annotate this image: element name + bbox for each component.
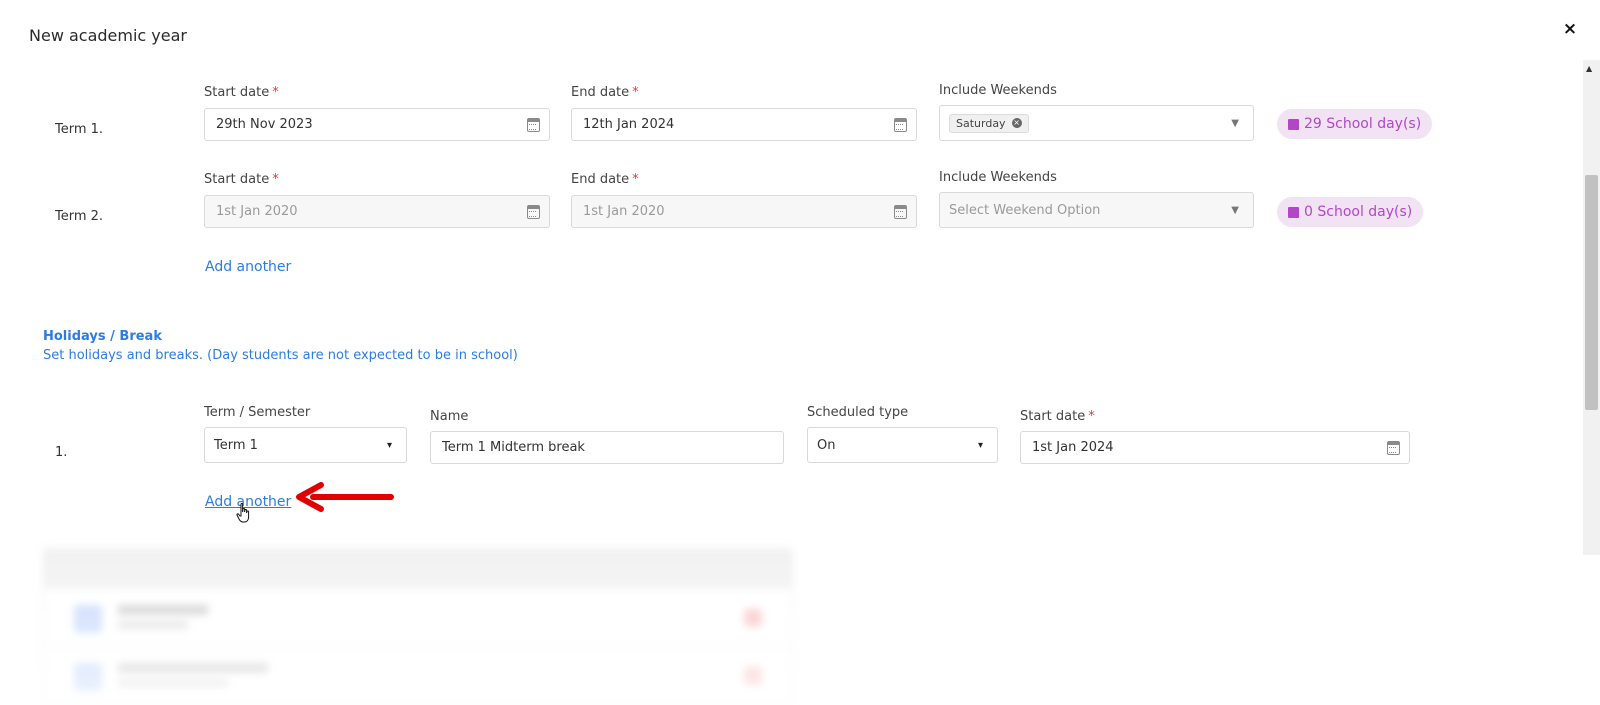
- term-2-start-date-value: 1st Jan 2020: [216, 204, 298, 219]
- term-2-school-days-badge: 0 School day(s): [1277, 197, 1424, 227]
- calendar-icon[interactable]: [894, 118, 907, 132]
- red-arrow-annotation: [296, 482, 394, 512]
- holidays-section-description: Set holidays and breaks. (Day students a…: [43, 348, 518, 363]
- term-1-end-date-value: 12th Jan 2024: [583, 117, 675, 132]
- term-2-weekends-label: Include Weekends: [939, 170, 1057, 185]
- scheduled-type-label: Scheduled type: [807, 405, 909, 420]
- chevron-down-icon[interactable]: ▼: [1231, 205, 1239, 216]
- term-2-school-days-text: 0 School day(s): [1304, 204, 1413, 220]
- holiday-name-value: Term 1 Midterm break: [442, 440, 585, 455]
- term-2-start-date-input[interactable]: 1st Jan 2020: [204, 195, 550, 228]
- term-1-label: Term 1.: [55, 122, 104, 137]
- term-2-end-date-input[interactable]: 1st Jan 2020: [571, 195, 917, 228]
- term-1-start-date-value: 29th Nov 2023: [216, 117, 313, 132]
- holiday-start-date-input[interactable]: 1st Jan 2024: [1020, 431, 1410, 464]
- holiday-name-label: Name: [430, 409, 469, 424]
- term-1-start-date-label: Start date *: [204, 85, 279, 100]
- calendar-icon: [1288, 206, 1299, 218]
- close-icon[interactable]: ×: [1561, 20, 1579, 38]
- chevron-down-icon[interactable]: ▼: [1231, 118, 1239, 129]
- term-2-end-date-value: 1st Jan 2020: [583, 204, 665, 219]
- modal-title: New academic year: [29, 26, 187, 45]
- required-asterisk: *: [632, 85, 639, 100]
- calendar-icon: [1288, 118, 1299, 130]
- calendar-icon[interactable]: [527, 205, 540, 219]
- blurred-background-panel: [43, 548, 793, 705]
- term-1-weekends-select[interactable]: Saturday × ▼: [939, 105, 1254, 141]
- required-asterisk: *: [272, 172, 279, 187]
- required-asterisk: *: [272, 85, 279, 100]
- remove-tag-icon[interactable]: ×: [1011, 118, 1022, 128]
- term-semester-label: Term / Semester: [204, 405, 311, 420]
- term-2-start-date-label: Start date *: [204, 172, 279, 187]
- holiday-name-input[interactable]: Term 1 Midterm break: [430, 431, 784, 464]
- scroll-up-arrow-icon[interactable]: ▲: [1586, 64, 1592, 73]
- blurred-list-item: [44, 647, 792, 705]
- blurred-list-item: [44, 589, 792, 647]
- calendar-icon[interactable]: [1387, 441, 1400, 455]
- calendar-icon[interactable]: [527, 118, 540, 132]
- term-1-start-date-input[interactable]: 29th Nov 2023: [204, 108, 550, 141]
- holiday-start-date-value: 1st Jan 2024: [1032, 440, 1114, 455]
- term-2-weekends-select[interactable]: Select Weekend Option ▼: [939, 192, 1254, 228]
- term-1-weekends-label: Include Weekends: [939, 83, 1057, 98]
- holiday-start-date-label: Start date *: [1020, 409, 1095, 424]
- term-semester-select[interactable]: Term 1 ▾: [204, 427, 407, 463]
- chevron-down-icon[interactable]: ▾: [387, 440, 392, 451]
- holiday-row-1-label: 1.: [55, 445, 68, 460]
- add-another-term-link[interactable]: Add another: [205, 259, 291, 275]
- required-asterisk: *: [1088, 409, 1095, 424]
- term-1-school-days-text: 29 School day(s): [1304, 116, 1422, 132]
- weekend-tag-label: Saturday: [956, 116, 1006, 130]
- calendar-icon[interactable]: [894, 205, 907, 219]
- scheduled-type-select[interactable]: On ▾: [807, 427, 998, 463]
- scrollbar-thumb[interactable]: [1585, 175, 1598, 410]
- scheduled-type-value: On: [817, 437, 836, 453]
- blurred-panel-header: [44, 549, 792, 589]
- term-1-end-date-input[interactable]: 12th Jan 2024: [571, 108, 917, 141]
- term-1-school-days-badge: 29 School day(s): [1277, 109, 1433, 139]
- required-asterisk: *: [632, 172, 639, 187]
- weekends-placeholder: Select Weekend Option: [949, 202, 1101, 218]
- hand-cursor-icon: [236, 503, 250, 523]
- term-2-end-date-label: End date *: [571, 172, 639, 187]
- term-semester-value: Term 1: [214, 437, 258, 453]
- chevron-down-icon[interactable]: ▾: [978, 440, 983, 451]
- term-1-end-date-label: End date *: [571, 85, 639, 100]
- holidays-section-title: Holidays / Break: [43, 329, 162, 344]
- term-2-label: Term 2.: [55, 209, 104, 224]
- weekend-tag: Saturday ×: [949, 113, 1029, 133]
